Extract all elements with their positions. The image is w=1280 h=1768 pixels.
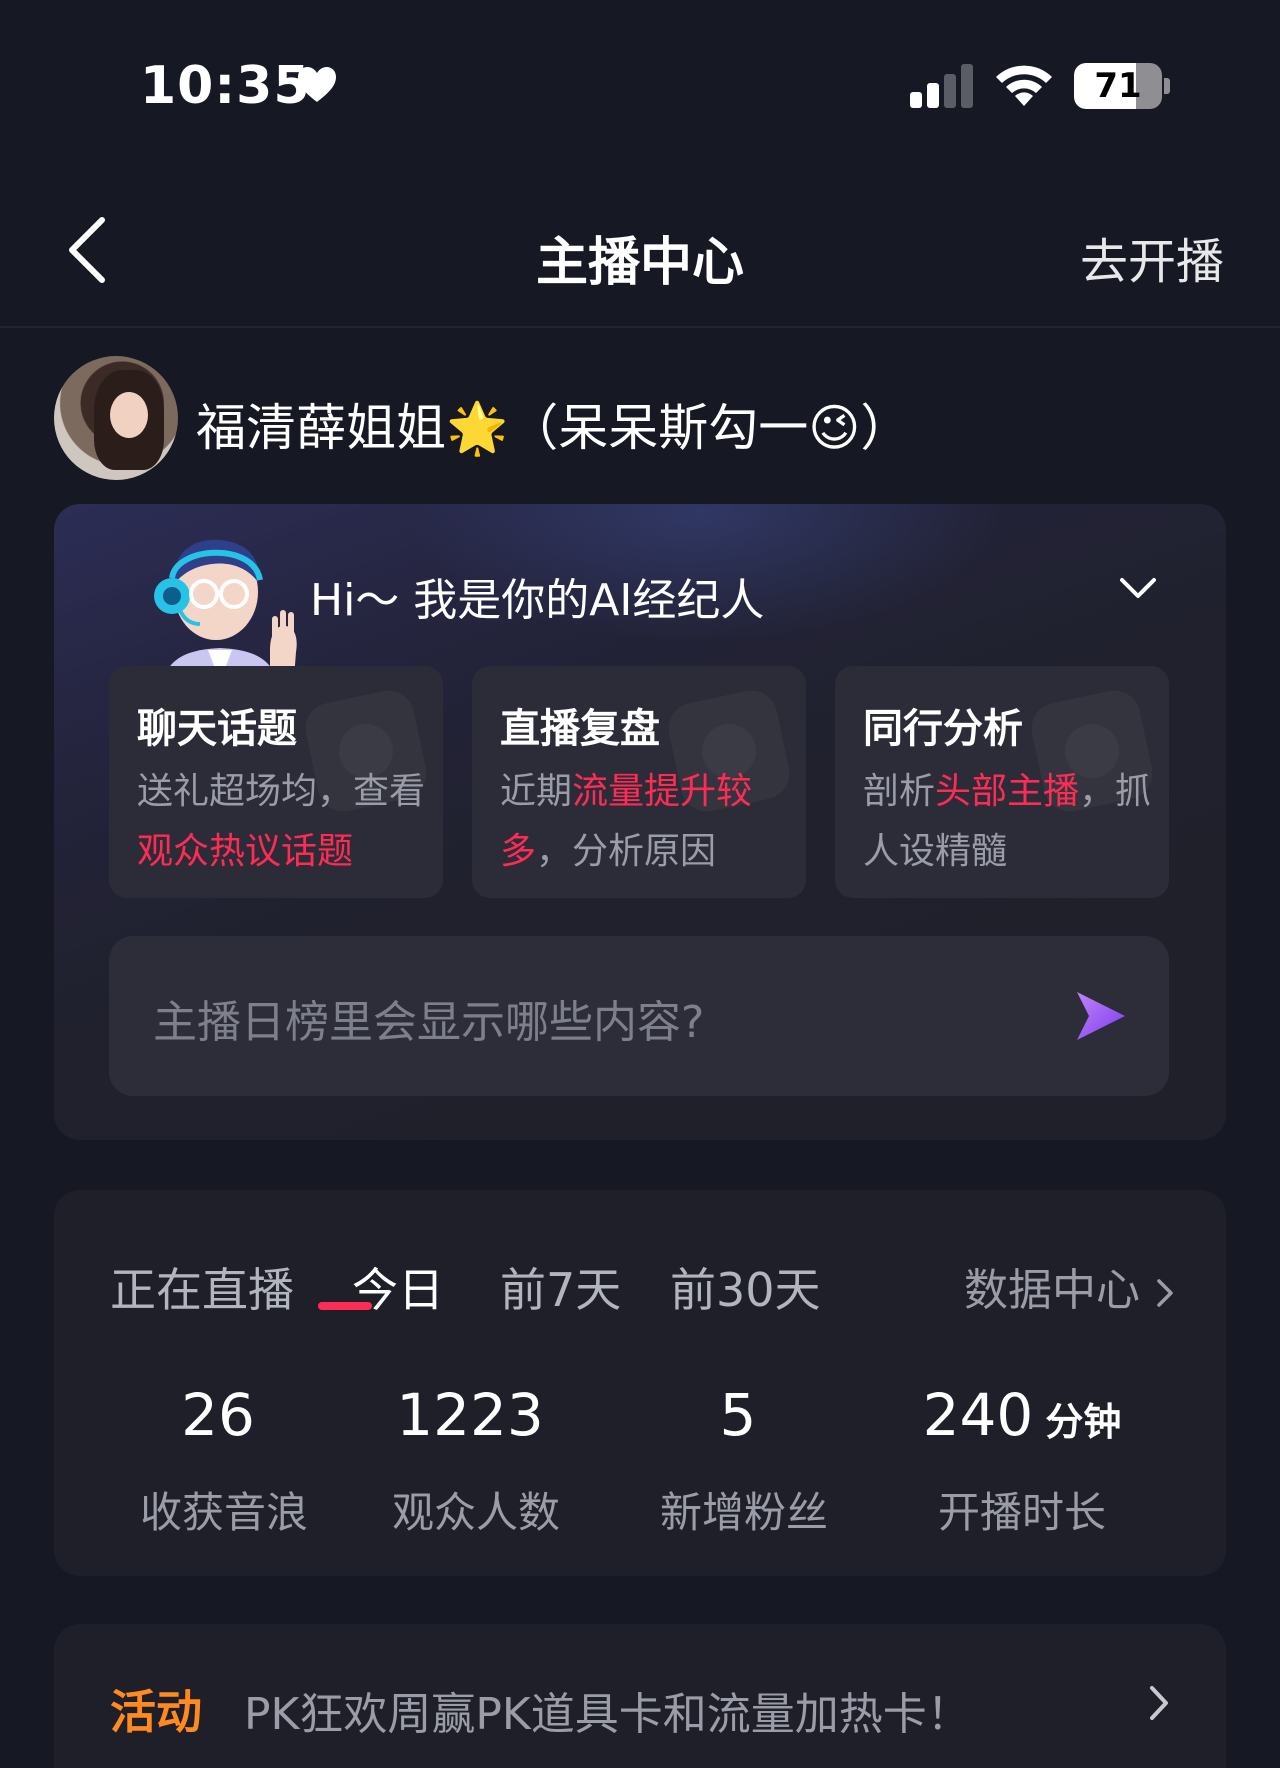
card-description: 剖析头部主播，抓人设精髓 <box>863 771 1152 872</box>
nav-divider <box>0 326 1280 328</box>
activity-tag: 活动 <box>110 1685 202 1739</box>
stat-label: 观众人数 <box>391 1488 560 1537</box>
ai-agent-card: Hi～ 我是你的AI经纪人 聊天话题 送礼超场均，查看观众热议话题 直播复盘 近… <box>54 504 1226 1140</box>
stat-viewers: 1223 观众人数 <box>366 1382 586 1540</box>
chat-topic-card[interactable]: 聊天话题 送礼超场均，查看观众热议话题 <box>109 666 443 898</box>
tab-today[interactable]: 今日 <box>352 1254 444 1320</box>
go-live-button[interactable]: 去开播 <box>1080 222 1224 292</box>
cellular-signal-icon <box>910 64 973 108</box>
heart-icon <box>298 67 336 102</box>
avatar[interactable] <box>54 356 178 480</box>
card-title: 同行分析 <box>863 706 1023 752</box>
stat-value: 1223 <box>396 1381 544 1449</box>
anchor-name: 福清薛姐姐🌟（呆呆斯勾一😉） <box>196 399 911 457</box>
wifi-icon <box>996 65 1052 106</box>
card-title: 直播复盘 <box>500 706 660 752</box>
stat-live-duration: 240 分钟 开播时长 <box>892 1382 1152 1540</box>
peer-analysis-card[interactable]: 同行分析 剖析头部主播，抓人设精髓 <box>835 666 1169 898</box>
battery-percent: 71 <box>1094 66 1142 106</box>
ai-greeting: Hi～ 我是你的AI经纪人 <box>310 575 765 626</box>
active-tab-indicator <box>318 1302 372 1310</box>
battery-icon: 71 <box>1074 63 1170 109</box>
data-center-link[interactable]: 数据中心 <box>964 1254 1174 1318</box>
chevron-down-icon[interactable] <box>1114 568 1162 608</box>
stat-label: 开播时长 <box>937 1488 1106 1537</box>
activity-text: PK狂欢周赢PK道具卡和流量加热卡！ <box>244 1689 971 1740</box>
card-description: 送礼超场均，查看观众热议话题 <box>137 771 426 872</box>
stat-value: 240 分钟 <box>922 1381 1122 1449</box>
tab-live-now[interactable]: 正在直播 <box>110 1254 294 1320</box>
stat-new-followers: 5 新增粉丝 <box>634 1382 854 1540</box>
status-time: 10:35 <box>140 56 311 116</box>
live-review-card[interactable]: 直播复盘 近期流量提升较多，分析原因 <box>472 666 806 898</box>
chevron-right-icon <box>1157 1279 1173 1307</box>
stat-sound-waves: 26 收获音浪 <box>114 1382 334 1540</box>
tab-30-days[interactable]: 前30天 <box>670 1254 821 1320</box>
ai-question-input[interactable]: 主播日榜里会显示哪些内容? <box>109 936 1169 1096</box>
stat-value: 26 <box>181 1381 255 1449</box>
stat-label: 新增粉丝 <box>659 1488 828 1537</box>
stat-value: 5 <box>719 1381 757 1449</box>
ai-question-placeholder: 主播日榜里会显示哪些内容? <box>153 997 705 1048</box>
page-title: 主播中心 <box>535 233 744 293</box>
live-stats-card: 正在直播 今日 前7天 前30天 数据中心 26 收获音浪 1223 观众人数 … <box>54 1190 1226 1576</box>
card-title: 聊天话题 <box>137 706 297 752</box>
send-icon[interactable] <box>1073 988 1127 1044</box>
back-button[interactable] <box>62 214 114 286</box>
anchor-center-page: 10:35 71 主播中心 去开播 福清薛姐姐🌟（呆呆斯勾一😉） Hi～ 我是你… <box>0 0 1280 1768</box>
chevron-right-icon <box>1150 1686 1168 1720</box>
card-description: 近期流量提升较多，分析原因 <box>500 771 753 872</box>
tab-7-days[interactable]: 前7天 <box>500 1254 621 1320</box>
stat-label: 收获音浪 <box>139 1488 308 1537</box>
activity-banner[interactable]: 活动 PK狂欢周赢PK道具卡和流量加热卡！ <box>54 1624 1226 1768</box>
